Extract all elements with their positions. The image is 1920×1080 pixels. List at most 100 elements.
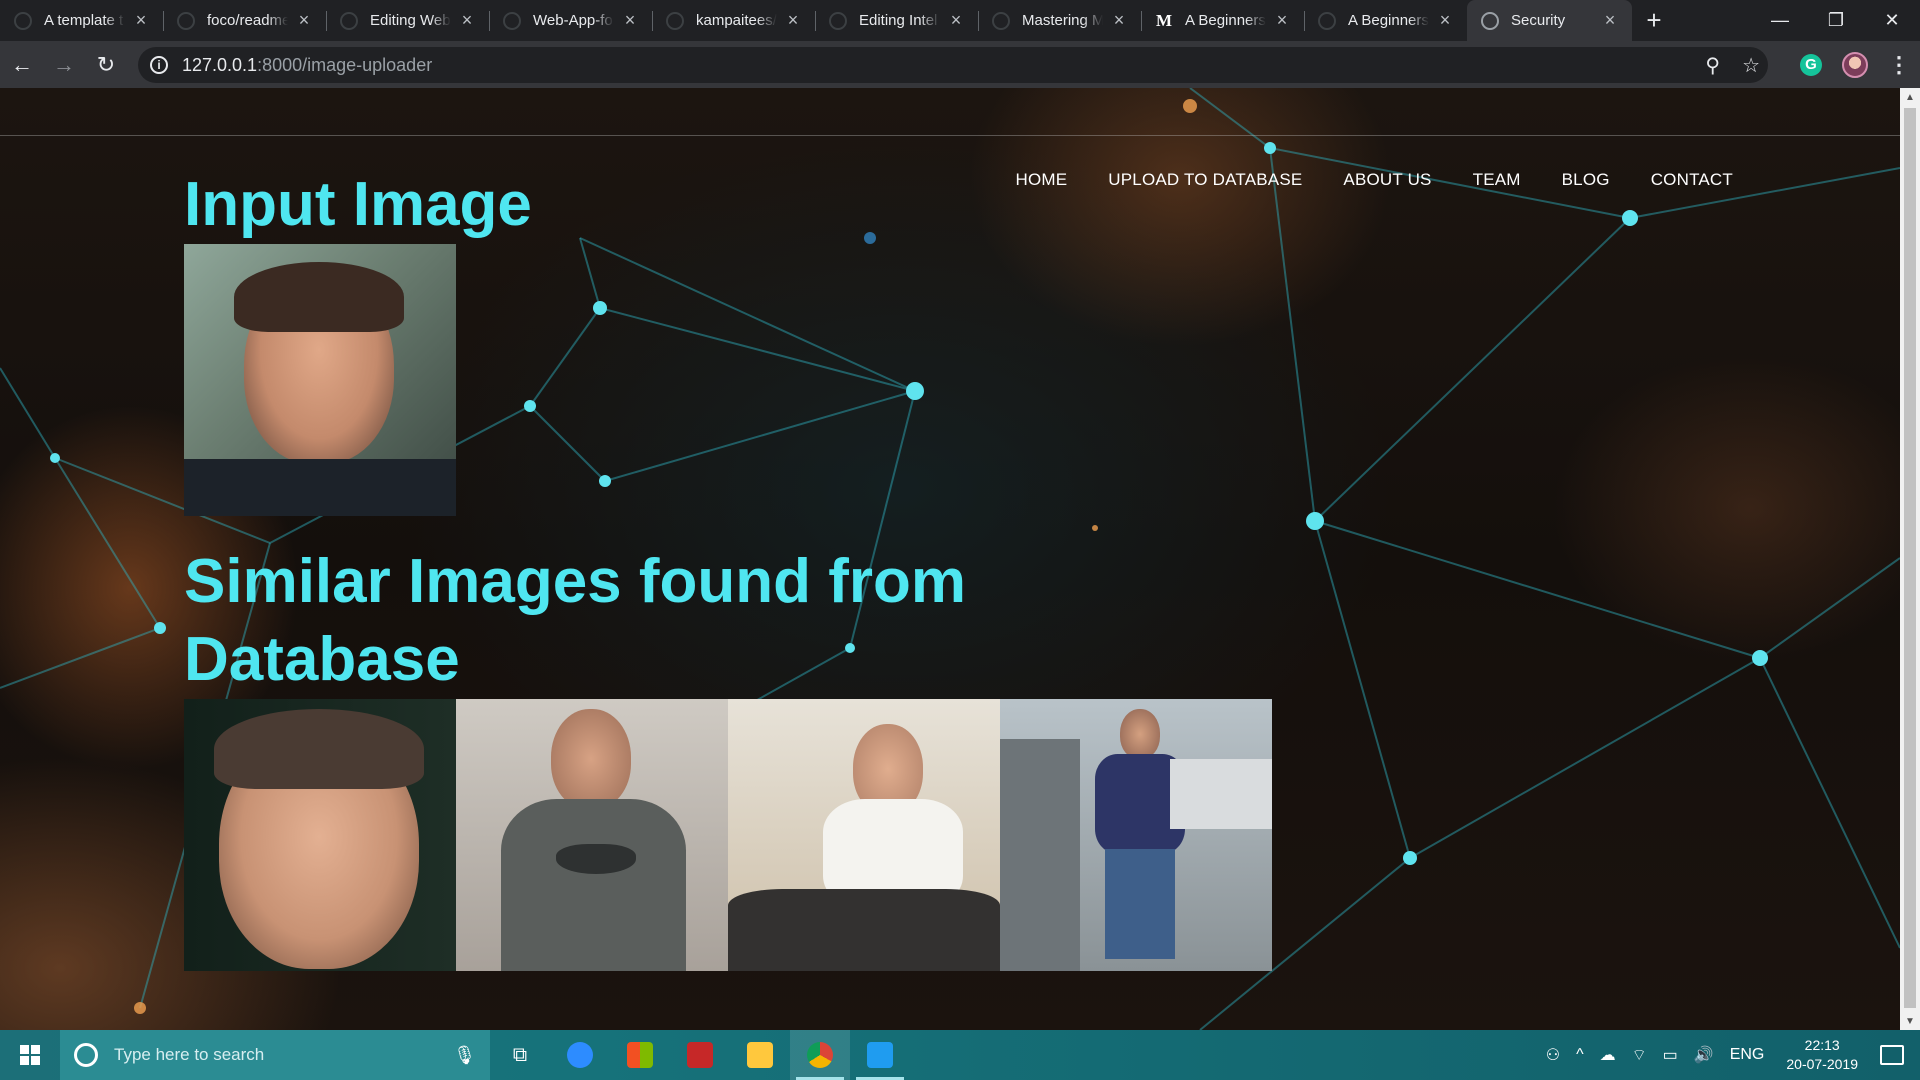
page-scrollbar[interactable]: ▲ ▼ [1900,88,1920,1030]
new-tab-button[interactable]: + [1632,0,1676,41]
browser-tab[interactable]: kampaitees/ × [652,0,815,41]
close-icon[interactable]: × [785,10,801,31]
github-icon [666,11,684,30]
cortana-icon [74,1043,98,1067]
nav-about-us[interactable]: ABOUT US [1343,170,1431,190]
tab-title: A Beginners [1185,12,1266,29]
taskbar-chrome[interactable] [790,1030,850,1080]
nav-blog[interactable]: BLOG [1562,170,1610,190]
tab-title: foco/readme [207,12,288,29]
forward-arrow-icon[interactable]: → [44,45,84,85]
tab-title: A template t [44,12,124,29]
show-hidden-icons-chevron[interactable]: ^ [1576,1046,1584,1064]
nav-team[interactable]: TEAM [1473,170,1521,190]
close-window-icon[interactable]: ✕ [1864,0,1920,41]
header-divider [0,135,1900,136]
browser-tab[interactable]: A Beginners × [1304,0,1467,41]
taskbar-app-red[interactable] [670,1030,730,1080]
clock-date: 20-07-2019 [1786,1056,1858,1072]
browser-tab[interactable]: Web-App-fo × [489,0,652,41]
back-arrow-icon[interactable]: ← [2,45,42,85]
nav-upload-to-database[interactable]: UPLOAD TO DATABASE [1108,170,1302,190]
browser-tab[interactable]: M A Beginners × [1141,0,1304,41]
windows-logo-icon [20,1045,40,1065]
zoom-app-icon [567,1042,593,1068]
close-icon[interactable]: × [459,10,475,31]
url-path: :8000/image-uploader [257,54,433,75]
bookmark-star-icon[interactable]: ☆ [1742,53,1760,78]
close-icon[interactable]: × [622,10,638,31]
github-icon [829,11,847,30]
clock[interactable]: 22:13 20-07-2019 [1786,1036,1858,1074]
tab-title: Editing Web [370,12,451,29]
scroll-up-arrow-icon[interactable]: ▲ [1900,88,1920,106]
tab-title: Editing Intel [859,12,938,29]
people-icon[interactable]: ⚇ [1546,1045,1560,1065]
github-icon [992,11,1010,30]
browser-tab[interactable]: A template t × [0,0,163,41]
taskbar-store[interactable] [610,1030,670,1080]
browser-tab[interactable]: foco/readme × [163,0,326,41]
search-placeholder: Type here to search [114,1045,265,1064]
taskbar-file-explorer[interactable] [730,1030,790,1080]
grammarly-extension-icon[interactable]: G [1800,53,1822,76]
browser-tab[interactable]: Editing Web × [326,0,489,41]
taskbar-zoom[interactable] [550,1030,610,1080]
zoom-icon[interactable]: ⚲ [1705,53,1720,78]
battery-icon[interactable]: ▭ [1663,1045,1678,1065]
info-icon[interactable]: i [150,56,168,74]
url-text[interactable]: 127.0.0.1:8000/image-uploader [182,55,432,76]
taskbar-search[interactable]: Type here to search 🎙 [60,1030,490,1080]
restore-icon[interactable]: ❐ [1808,0,1864,41]
onedrive-cloud-icon[interactable]: ☁ [1600,1045,1616,1065]
profile-avatar[interactable] [1842,51,1868,78]
browser-tab-active[interactable]: Security × [1467,0,1632,41]
address-bar[interactable]: i 127.0.0.1:8000/image-uploader ⚲ ☆ [138,47,1768,83]
close-icon[interactable]: × [948,10,964,31]
url-host: 127.0.0.1 [182,54,258,75]
scrollbar-thumb[interactable] [1904,108,1916,1008]
volume-icon[interactable]: 🔊 [1694,1045,1714,1065]
similar-image-2 [456,699,728,971]
similar-image-3 [728,699,1000,971]
action-center-icon[interactable] [1880,1045,1904,1065]
browser-menu-icon[interactable]: ⋮ [1888,53,1910,76]
github-icon [177,11,195,30]
browser-tab[interactable]: Mastering M × [978,0,1141,41]
wifi-icon[interactable]: ⌔ [1632,1045,1647,1065]
vscode-icon [867,1042,893,1068]
medium-icon: M [1155,10,1173,30]
close-icon[interactable]: × [1274,10,1290,31]
chrome-icon [807,1042,833,1068]
browser-tab[interactable]: Editing Intel × [815,0,978,41]
site-navigation: HOME UPLOAD TO DATABASE ABOUT US TEAM BL… [1015,170,1733,190]
folder-icon [747,1042,773,1068]
similar-image-1 [184,699,456,971]
minimize-icon[interactable]: — [1752,0,1808,41]
close-icon[interactable]: × [133,10,149,31]
nav-contact[interactable]: CONTACT [1651,170,1733,190]
language-indicator[interactable]: ENG [1730,1046,1765,1064]
taskbar-vscode[interactable] [850,1030,910,1080]
scroll-down-arrow-icon[interactable]: ▼ [1900,1012,1920,1030]
windows-taskbar: Type here to search 🎙 ⧉ ⚇ ^ ☁ ⌔ ▭ 🔊 ENG … [0,1030,1920,1080]
reload-icon[interactable]: ↻ [86,45,126,85]
system-tray: ⚇ ^ ☁ ⌔ ▭ 🔊 ENG 22:13 20-07-2019 [1538,1030,1920,1080]
github-icon [503,11,521,30]
similar-images-heading: Similar Images found from Database [184,547,967,694]
close-icon[interactable]: × [296,10,312,31]
input-image [184,244,456,516]
nav-home[interactable]: HOME [1015,170,1067,190]
close-icon[interactable]: × [1437,10,1453,31]
close-icon[interactable]: × [1602,10,1618,31]
task-view-button[interactable]: ⧉ [490,1030,550,1080]
tab-title: kampaitees/ [696,12,777,29]
red-app-icon [687,1042,713,1068]
close-icon[interactable]: × [1111,10,1127,31]
window-controls: — ❐ ✕ [1752,0,1920,41]
microphone-icon[interactable]: 🎙 [453,1045,476,1066]
similar-image-4 [1000,699,1272,971]
omnibox-actions: ⚲ ☆ [1705,47,1760,83]
tab-title: Web-App-fo [533,12,613,29]
start-button[interactable] [0,1030,60,1080]
